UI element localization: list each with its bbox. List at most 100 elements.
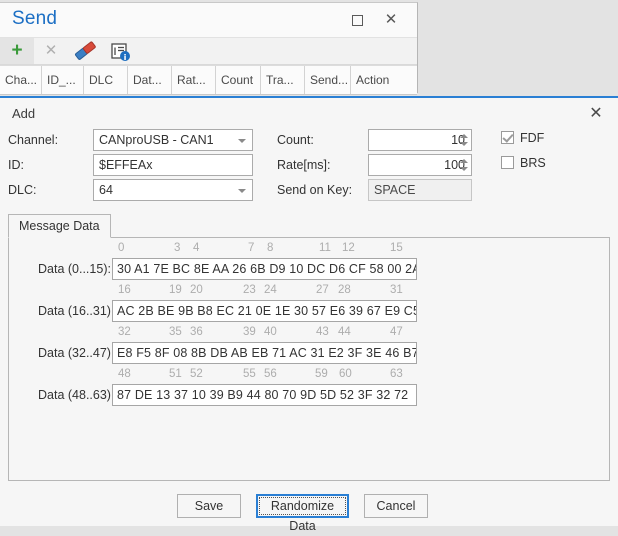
rate-stepper[interactable] bbox=[458, 154, 470, 176]
ruler-tick: 44 bbox=[338, 326, 351, 338]
ruler-tick: 28 bbox=[338, 284, 351, 296]
list-info-icon bbox=[102, 38, 136, 64]
ruler-tick: 60 bbox=[339, 368, 352, 380]
dialog-close-icon[interactable]: ✕ bbox=[586, 104, 606, 124]
fdf-label: FDF bbox=[520, 130, 544, 146]
ruler-tick: 35 bbox=[169, 326, 182, 338]
ruler-tick: 55 bbox=[243, 368, 256, 380]
ruler-tick: 23 bbox=[243, 284, 256, 296]
stepper-down-icon[interactable] bbox=[460, 167, 468, 171]
count-label: Count: bbox=[277, 129, 314, 151]
byte-ruler-0: 0 3 4 7 8 11 12 15 bbox=[112, 242, 417, 256]
ruler-tick: 27 bbox=[316, 284, 329, 296]
column-header-count[interactable]: Count bbox=[216, 66, 261, 94]
ruler-tick: 0 bbox=[118, 242, 124, 254]
send-window: Send ✕ + ✕ bbox=[0, 2, 418, 93]
column-header-sendkey[interactable]: Send... bbox=[305, 66, 351, 94]
cancel-button[interactable]: Cancel bbox=[364, 494, 428, 518]
count-stepper[interactable] bbox=[458, 129, 470, 151]
dlc-select-value: 64 bbox=[99, 183, 113, 197]
byte-ruler-3: 48 51 52 55 56 59 60 63 bbox=[112, 368, 417, 382]
data-row-3-input[interactable]: 87 DE 13 37 10 39 B9 44 80 70 9D 5D 52 3… bbox=[112, 384, 417, 406]
dialog-title: Add bbox=[12, 106, 35, 121]
column-header-dlc[interactable]: DLC bbox=[84, 66, 128, 94]
ruler-tick: 24 bbox=[264, 284, 277, 296]
stepper-up-icon[interactable] bbox=[460, 159, 468, 163]
rate-label: Rate[ms]: bbox=[277, 154, 331, 176]
column-header-channel[interactable]: Cha... bbox=[0, 66, 42, 94]
ruler-tick: 48 bbox=[118, 368, 131, 380]
ruler-tick: 20 bbox=[190, 284, 203, 296]
stepper-down-icon[interactable] bbox=[460, 142, 468, 146]
count-input[interactable]: 10 bbox=[368, 129, 472, 151]
rate-input[interactable]: 100 bbox=[368, 154, 472, 176]
ruler-tick: 15 bbox=[390, 242, 403, 254]
send-on-key-input[interactable]: SPACE bbox=[368, 179, 472, 201]
column-header-action[interactable]: Action bbox=[351, 66, 418, 94]
dlc-label: DLC: bbox=[8, 179, 36, 201]
tab-strip: Message Data bbox=[8, 214, 610, 238]
ruler-tick: 52 bbox=[190, 368, 203, 380]
brs-label: BRS bbox=[520, 155, 546, 171]
column-header-data[interactable]: Dat... bbox=[128, 66, 172, 94]
add-message-button[interactable]: + bbox=[0, 38, 34, 64]
ruler-tick: 40 bbox=[264, 326, 277, 338]
id-label: ID: bbox=[8, 154, 24, 176]
data-row-0-label: Data (0...15): bbox=[38, 258, 111, 280]
channel-select-value: CANproUSB - CAN1 bbox=[99, 133, 214, 147]
brs-checkbox[interactable] bbox=[501, 156, 514, 169]
ruler-tick: 19 bbox=[169, 284, 182, 296]
send-window-toolbar: + ✕ bbox=[0, 38, 417, 65]
column-header-id[interactable]: ID_... bbox=[42, 66, 84, 94]
tab-message-data[interactable]: Message Data bbox=[8, 214, 111, 238]
ruler-tick: 12 bbox=[342, 242, 355, 254]
ruler-tick: 43 bbox=[316, 326, 329, 338]
send-window-title: Send bbox=[12, 8, 57, 30]
randomize-data-button[interactable]: Randomize Data bbox=[256, 494, 349, 518]
fdf-checkbox[interactable] bbox=[501, 131, 514, 144]
ruler-tick: 63 bbox=[390, 368, 403, 380]
ruler-tick: 59 bbox=[315, 368, 328, 380]
ruler-tick: 39 bbox=[243, 326, 256, 338]
column-header-trigger[interactable]: Tra... bbox=[261, 66, 305, 94]
data-row-2-label: Data (32..47): bbox=[38, 342, 114, 364]
ruler-tick: 8 bbox=[267, 242, 273, 254]
dlc-select[interactable]: 64 bbox=[93, 179, 253, 201]
cross-icon: ✕ bbox=[34, 38, 68, 64]
ruler-tick: 3 bbox=[174, 242, 180, 254]
message-data-panel: 0 3 4 7 8 11 12 15 Data (0...15): 30 A1 … bbox=[8, 237, 610, 481]
ruler-tick: 7 bbox=[248, 242, 254, 254]
data-row-2-input[interactable]: E8 F5 8F 08 8B DB AB EB 71 AC 31 E2 3F 3… bbox=[112, 342, 417, 364]
ruler-tick: 36 bbox=[190, 326, 203, 338]
ruler-tick: 4 bbox=[193, 242, 199, 254]
stepper-up-icon[interactable] bbox=[460, 134, 468, 138]
byte-ruler-2: 32 35 36 39 40 43 44 47 bbox=[112, 326, 417, 340]
ruler-tick: 31 bbox=[390, 284, 403, 296]
data-row-0-input[interactable]: 30 A1 7E BC 8E AA 26 6B D9 10 DC D6 CF 5… bbox=[112, 258, 417, 280]
data-row-1-input[interactable]: AC 2B BE 9B B8 EC 21 0E 1E 30 57 E6 39 6… bbox=[112, 300, 417, 322]
channel-label: Channel: bbox=[8, 129, 58, 151]
id-input[interactable]: $EFFEAx bbox=[93, 154, 253, 176]
ruler-tick: 32 bbox=[118, 326, 131, 338]
ruler-tick: 47 bbox=[390, 326, 403, 338]
column-header-rate[interactable]: Rat... bbox=[172, 66, 216, 94]
data-row-1-label: Data (16..31): bbox=[38, 300, 114, 322]
ruler-tick: 56 bbox=[264, 368, 277, 380]
focus-ring bbox=[259, 497, 346, 515]
maximize-icon[interactable] bbox=[348, 12, 366, 28]
channel-select[interactable]: CANproUSB - CAN1 bbox=[93, 129, 253, 151]
plus-icon: + bbox=[0, 38, 34, 64]
ruler-tick: 11 bbox=[319, 242, 331, 254]
ruler-tick: 16 bbox=[118, 284, 131, 296]
clear-messages-button[interactable] bbox=[68, 38, 102, 64]
add-message-dialog: Add ✕ Channel: CANproUSB - CAN1 ID: $EFF… bbox=[0, 96, 618, 526]
send-window-column-headers: Cha... ID_... DLC Dat... Rat... Count Tr… bbox=[0, 65, 417, 95]
delete-message-button[interactable]: ✕ bbox=[34, 38, 68, 64]
send-window-titlebar: Send ✕ bbox=[0, 3, 417, 38]
save-button[interactable]: Save bbox=[177, 494, 241, 518]
close-icon[interactable]: ✕ bbox=[382, 12, 400, 28]
chevron-down-icon bbox=[238, 189, 246, 193]
message-info-button[interactable] bbox=[102, 38, 136, 64]
eraser-icon bbox=[68, 38, 102, 64]
ruler-tick: 51 bbox=[169, 368, 182, 380]
